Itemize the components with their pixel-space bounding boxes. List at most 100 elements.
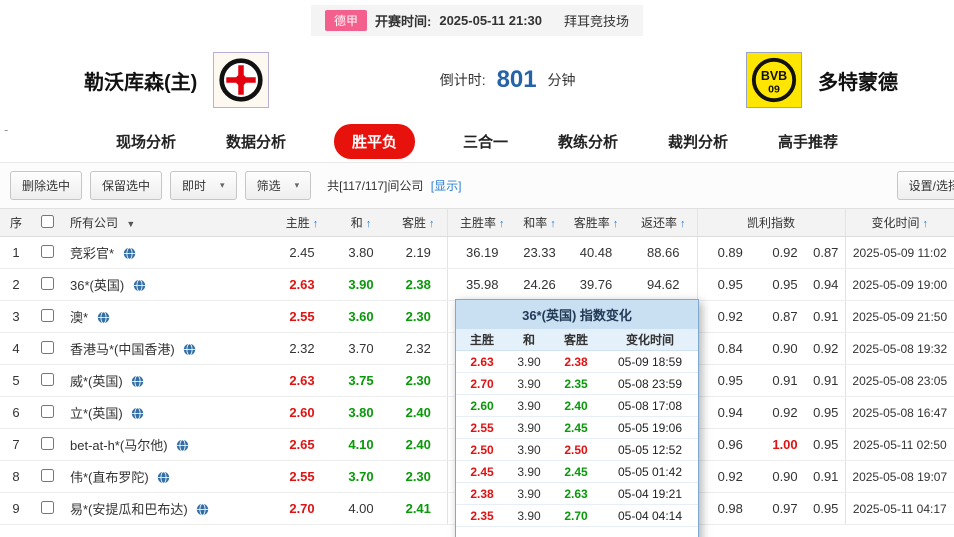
kickoff-label: 开赛时间: <box>375 13 432 29</box>
settings-select-button[interactable]: 设置/选择 <box>896 171 954 200</box>
filter-value: 筛选 <box>256 179 281 193</box>
sort-arrow-icon[interactable]: ↑ <box>429 218 435 230</box>
keep-selected-button[interactable]: 保留选中 <box>90 171 163 200</box>
sort-arrow-icon[interactable]: ↑ <box>366 218 372 230</box>
home-odds[interactable]: 2.45 <box>272 236 332 269</box>
company-cell[interactable]: 竞彩官* <box>62 236 272 269</box>
draw-odds[interactable]: 3.60 <box>332 300 390 333</box>
tab-expert-picks[interactable]: 高手推荐 <box>776 125 840 158</box>
row-checkbox[interactable] <box>40 340 54 354</box>
chevron-down-icon: ▾ <box>220 180 225 190</box>
globe-icon[interactable] <box>123 246 136 263</box>
away-odds[interactable]: 2.30 <box>390 300 447 333</box>
tab-referee-analysis[interactable]: 裁判分析 <box>666 125 730 158</box>
draw-odds[interactable]: 4.00 <box>332 492 390 525</box>
home-odds[interactable]: 2.32 <box>272 332 332 365</box>
row-checkbox[interactable] <box>40 436 54 450</box>
company-cell[interactable]: 威*(英国) <box>62 364 272 397</box>
sort-arrow-icon[interactable]: ↑ <box>613 218 619 230</box>
away-odds[interactable]: 2.30 <box>390 460 447 493</box>
globe-icon[interactable] <box>183 342 196 359</box>
row-checkbox[interactable] <box>40 500 54 514</box>
company-cell[interactable]: 36*(英国) <box>62 268 272 301</box>
home-odds[interactable]: 2.70 <box>272 492 332 525</box>
row-checkbox[interactable] <box>40 372 54 386</box>
home-odds[interactable]: 2.55 <box>272 460 332 493</box>
col-draw-rate[interactable]: 和率 ↑ <box>517 208 562 237</box>
home-odds[interactable]: 2.65 <box>272 428 332 461</box>
draw-odds[interactable]: 4.10 <box>332 428 390 461</box>
kelly-home: 0.89 <box>696 236 763 269</box>
company-cell[interactable]: 立*(英国) <box>62 396 272 429</box>
tab-three-in-one[interactable]: 三合一 <box>461 125 510 158</box>
select-all-checkbox[interactable] <box>40 214 54 228</box>
popup-away-odds: 2.40 <box>564 398 588 413</box>
tab-live-analysis[interactable]: 现场分析 <box>114 125 178 158</box>
row-checkbox[interactable] <box>40 244 54 258</box>
sort-arrow-icon[interactable]: ↑ <box>313 218 319 230</box>
home-odds[interactable]: 2.63 <box>272 268 332 301</box>
company-cell[interactable]: 澳* <box>62 300 272 333</box>
sort-arrow-icon[interactable]: ↑ <box>550 218 556 230</box>
row-index: 9 <box>0 492 32 525</box>
col-return-rate[interactable]: 返还率 ↑ <box>630 208 697 237</box>
globe-icon[interactable] <box>176 438 189 455</box>
col-change-time[interactable]: 变化时间 ↑ <box>844 208 954 237</box>
company-cell[interactable]: bet-at-h*(马尔他) <box>62 428 272 461</box>
tab-data-analysis[interactable]: 数据分析 <box>224 125 288 158</box>
col-away-win[interactable]: 客胜 ↑ <box>390 208 447 237</box>
company-name: 威*(英国) <box>70 373 123 389</box>
away-odds[interactable]: 2.41 <box>390 492 447 525</box>
tab-win-draw-lose[interactable]: 胜平负 <box>333 123 415 159</box>
row-checkbox[interactable] <box>40 276 54 290</box>
sort-arrow-icon[interactable]: ↑ <box>499 218 505 230</box>
show-link[interactable]: [显示] <box>431 179 462 193</box>
time-filter-dropdown[interactable]: 即时 ▾ <box>170 171 237 200</box>
filter-dropdown[interactable]: 筛选 ▾ <box>244 171 312 200</box>
col-draw[interactable]: 和 ↑ <box>332 208 390 237</box>
sort-arrow-icon[interactable]: ↑ <box>923 218 929 230</box>
col-home-rate[interactable]: 主胜率 ↑ <box>446 208 517 237</box>
away-odds[interactable]: 2.19 <box>390 236 447 269</box>
row-checkbox[interactable] <box>40 308 54 322</box>
col-home-win[interactable]: 主胜 ↑ <box>272 208 332 237</box>
col-return-rate-label: 返还率 <box>640 216 677 230</box>
globe-icon[interactable] <box>196 502 209 519</box>
venue: 拜耳竞技场 <box>564 13 630 29</box>
globe-icon[interactable] <box>97 310 110 327</box>
away-odds[interactable]: 2.32 <box>390 332 447 365</box>
company-cell[interactable]: 易*(安提瓜和巴布达) <box>62 492 272 525</box>
home-odds[interactable]: 2.63 <box>272 364 332 397</box>
draw-odds[interactable]: 3.90 <box>332 268 390 301</box>
tab-coach-analysis[interactable]: 教练分析 <box>556 125 620 158</box>
away-odds[interactable]: 2.30 <box>390 364 447 397</box>
company-cell[interactable]: 香港马*(中国香港) <box>62 332 272 365</box>
home-odds[interactable]: 2.55 <box>272 300 332 333</box>
table-row[interactable]: 1 竞彩官* 2.45 3.80 2.19 36.19 23.33 40.48 … <box>0 236 954 269</box>
filter-caret-icon[interactable]: ▼ <box>126 219 135 229</box>
popup-change-time: 05-08 17:08 <box>617 398 683 413</box>
row-checkbox[interactable] <box>40 404 54 418</box>
globe-icon[interactable] <box>133 278 146 295</box>
row-checkbox[interactable] <box>40 468 54 482</box>
kelly-draw: 0.87 <box>763 300 807 333</box>
globe-icon[interactable] <box>131 374 144 391</box>
draw-odds[interactable]: 3.75 <box>332 364 390 397</box>
globe-icon[interactable] <box>131 406 144 423</box>
globe-icon[interactable] <box>157 470 170 487</box>
delete-selected-button[interactable]: 删除选中 <box>10 171 83 200</box>
col-company[interactable]: 所有公司 ▼ <box>62 208 272 237</box>
league-badge: 德甲 <box>324 9 367 31</box>
table-row[interactable]: 2 36*(英国) 2.63 3.90 2.38 35.98 24.26 39.… <box>0 268 954 301</box>
col-away-rate[interactable]: 客胜率 ↑ <box>562 208 630 237</box>
draw-odds[interactable]: 3.70 <box>332 460 390 493</box>
company-cell[interactable]: 伟*(直布罗陀) <box>62 460 272 493</box>
draw-odds[interactable]: 3.70 <box>332 332 390 365</box>
home-odds[interactable]: 2.60 <box>272 396 332 429</box>
away-odds[interactable]: 2.40 <box>390 396 447 429</box>
sort-arrow-icon[interactable]: ↑ <box>680 218 686 230</box>
away-odds[interactable]: 2.40 <box>390 428 447 461</box>
away-odds[interactable]: 2.38 <box>390 268 447 301</box>
draw-odds[interactable]: 3.80 <box>332 236 390 269</box>
draw-odds[interactable]: 3.80 <box>332 396 390 429</box>
